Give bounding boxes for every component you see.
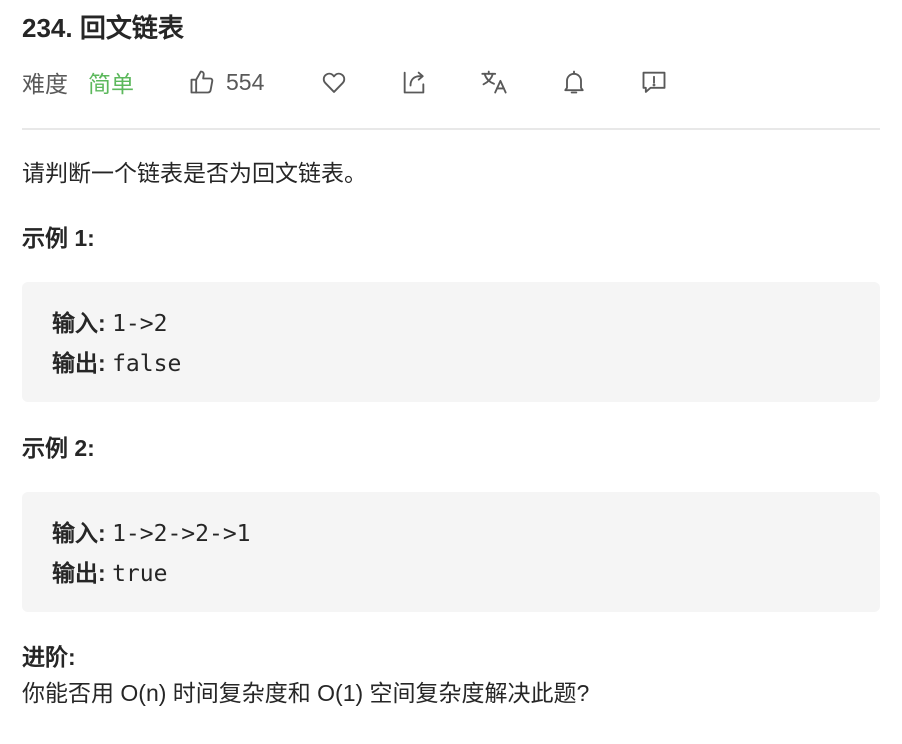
input-label: 输入: bbox=[52, 310, 106, 336]
output-value: false bbox=[112, 351, 182, 377]
favorite-button[interactable] bbox=[320, 64, 348, 100]
output-label: 输出: bbox=[52, 350, 106, 376]
input-value: 1->2->2->1 bbox=[112, 521, 251, 547]
subscribe-button[interactable] bbox=[560, 64, 588, 100]
example-1-codeblock: 输入: 1->2 输出: false bbox=[22, 282, 880, 402]
output-value: true bbox=[112, 561, 168, 587]
example-1-heading: 示例 1: bbox=[22, 225, 95, 251]
bell-icon bbox=[560, 68, 588, 96]
input-label: 输入: bbox=[52, 520, 106, 546]
problem-meta-bar: 难度 简单 554 bbox=[22, 64, 882, 100]
like-button[interactable]: 554 bbox=[188, 64, 264, 100]
feedback-button[interactable] bbox=[640, 64, 668, 100]
translate-button[interactable] bbox=[480, 64, 508, 100]
heart-icon bbox=[320, 68, 348, 96]
feedback-icon bbox=[640, 68, 668, 96]
example-2-codeblock: 输入: 1->2->2->1 输出: true bbox=[22, 492, 880, 612]
problem-description: 请判断一个链表是否为回文链表。 bbox=[22, 160, 367, 186]
share-button[interactable] bbox=[400, 64, 428, 100]
difficulty-value: 简单 bbox=[88, 71, 134, 97]
example-1-input-line: 输入: 1->2 bbox=[52, 303, 880, 343]
input-value: 1->2 bbox=[112, 311, 168, 337]
likes-count: 554 bbox=[226, 68, 265, 95]
divider bbox=[22, 128, 880, 130]
share-icon bbox=[400, 68, 428, 96]
example-2-input-line: 输入: 1->2->2->1 bbox=[52, 513, 880, 553]
example-1-output-line: 输出: false bbox=[52, 343, 880, 383]
thumbs-up-icon bbox=[188, 68, 216, 96]
translate-icon bbox=[480, 68, 508, 96]
advanced-heading: 进阶: bbox=[22, 644, 76, 670]
advanced-text: 你能否用 O(n) 时间复杂度和 O(1) 空间复杂度解决此题? bbox=[22, 680, 590, 706]
example-2-output-line: 输出: true bbox=[52, 553, 880, 593]
problem-title: 234. 回文链表 bbox=[22, 13, 184, 43]
output-label: 输出: bbox=[52, 560, 106, 586]
difficulty-label: 难度 bbox=[22, 71, 68, 97]
example-2-heading: 示例 2: bbox=[22, 435, 95, 461]
problem-page: 234. 回文链表 难度 简单 554 请判断一个链表是否为回文链表。 示例 1… bbox=[0, 0, 902, 744]
